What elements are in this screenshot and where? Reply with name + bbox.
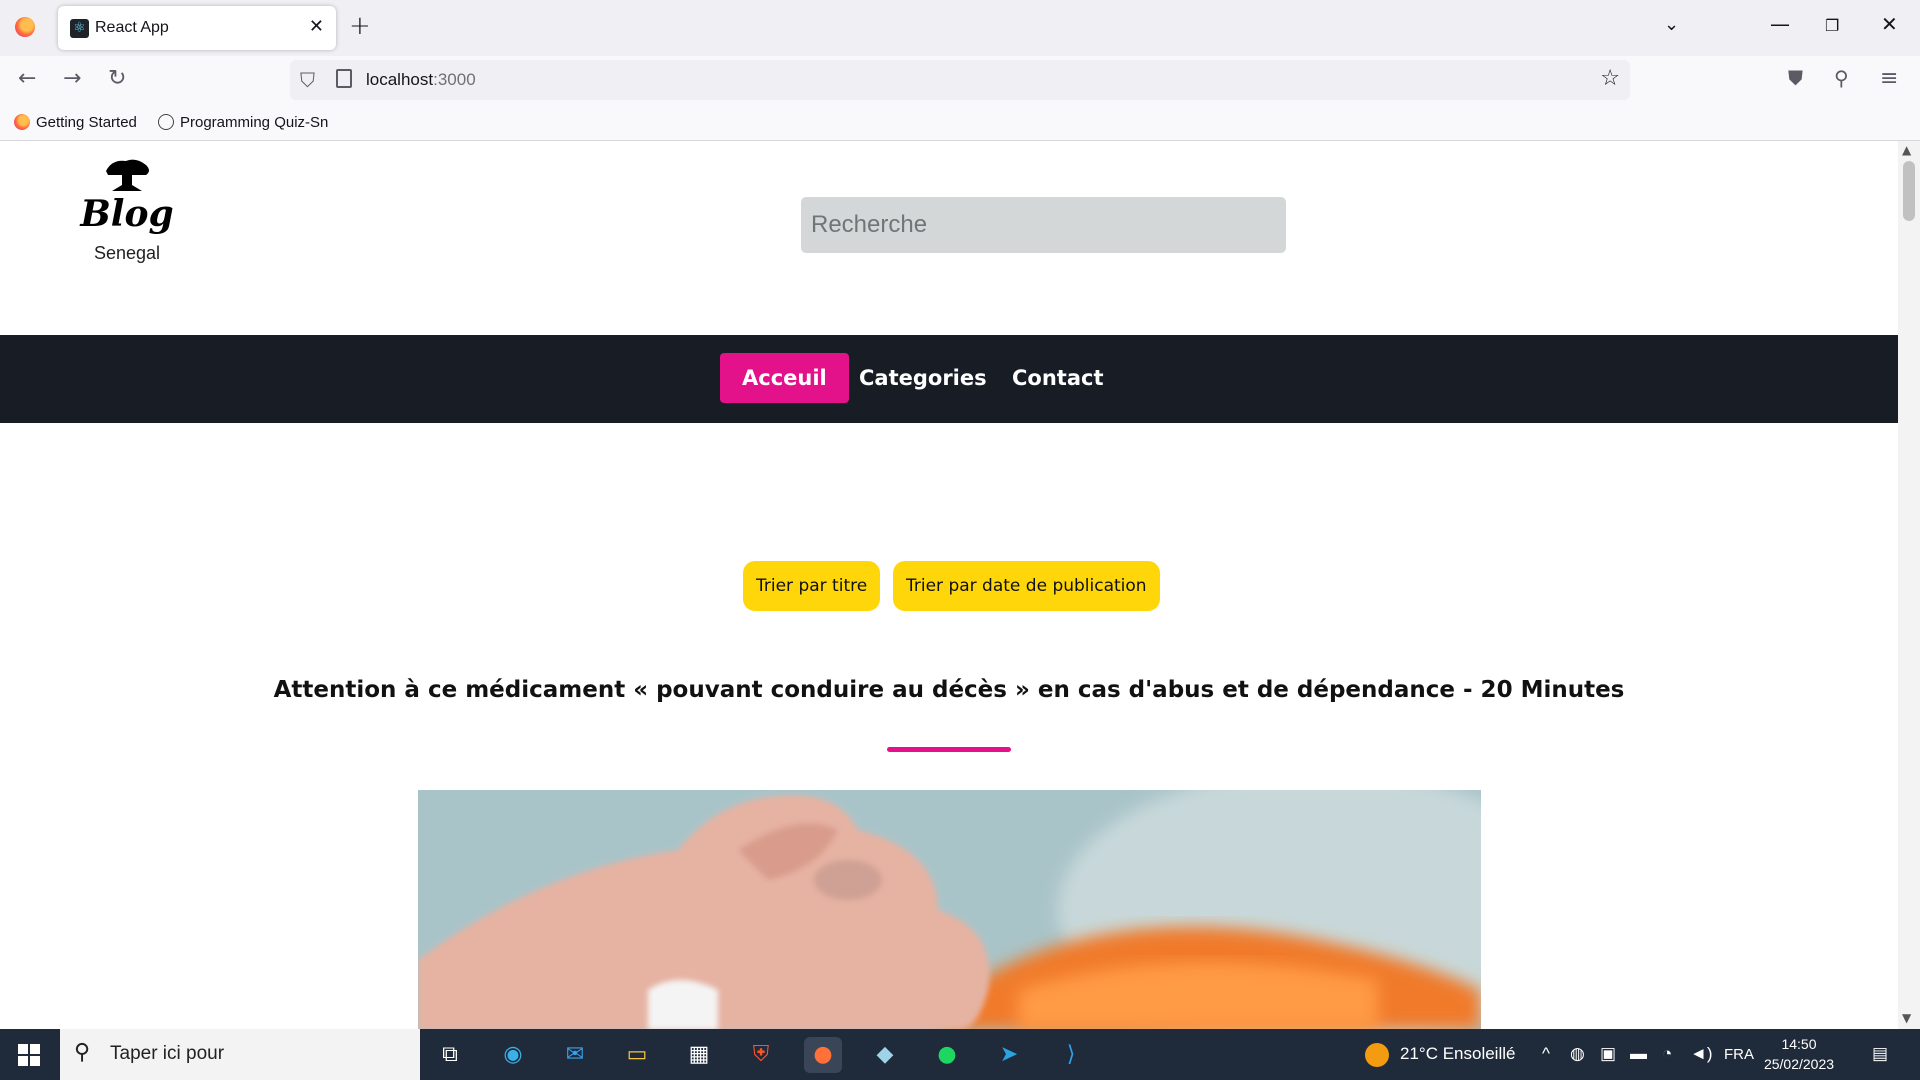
extensions-icon[interactable]: ⚲ [1834,66,1849,90]
globe-icon [158,114,174,130]
bookmark-getting-started[interactable]: Getting Started [14,114,137,131]
tray-chevron-icon[interactable]: ^ [1542,1044,1550,1064]
article-title[interactable]: Attention à ce médicament « pouvant cond… [0,677,1898,703]
edge-icon[interactable]: ◉ [494,1037,532,1073]
task-view-icon[interactable]: ⧉ [431,1037,469,1073]
language-indicator[interactable]: FRA [1724,1046,1754,1063]
logo-subtitle: Senegal [93,243,161,263]
wifi-icon[interactable]: ◔ [1662,1044,1672,1064]
navigation-toolbar: ← → ↻ ⛉ localhost:3000 ☆ ⛊ ⚲ ≡ [0,56,1920,106]
network-icon[interactable]: ▣ [1600,1044,1616,1064]
forward-arrow-icon[interactable]: → [63,66,81,91]
url-bar[interactable]: ⛉ localhost:3000 ☆ [290,60,1630,100]
minimize-icon[interactable]: — [1770,12,1790,36]
tab-title: React App [95,19,169,36]
sort-by-title-button[interactable]: Trier par titre [743,561,881,611]
mail-icon[interactable]: ✉ [556,1037,594,1073]
clock[interactable]: 14:50 25/02/2023 [1754,1034,1844,1074]
firefox-taskbar-icon[interactable]: ● [804,1037,842,1073]
nav-contact[interactable]: Contact [990,353,1126,403]
nav-acceuil[interactable]: Acceuil [720,353,849,403]
page-viewport: Blog Senegal Acceuil Categories Contact … [0,141,1898,1029]
tray-app-icon[interactable]: ◍ [1570,1044,1585,1064]
bookmark-star-icon[interactable]: ☆ [1600,66,1620,91]
scroll-down-icon[interactable]: ▼ [1902,1011,1911,1025]
search-icon: ⚲ [74,1040,91,1065]
menu-icon[interactable]: ≡ [1880,66,1898,91]
brave-icon[interactable]: ⛨ [742,1037,780,1073]
close-icon[interactable]: ✕ [309,16,324,37]
react-icon: ⚛ [70,19,89,38]
firefox-icon [14,114,30,130]
nav-categories[interactable]: Categories [837,353,1009,403]
taskbar-search-text: Taper ici pour [110,1043,225,1064]
file-explorer-icon[interactable]: ▭ [618,1037,656,1073]
restore-icon[interactable]: ❐ [1825,16,1839,35]
taskbar-search[interactable]: ⚲ Taper ici pour [60,1029,420,1080]
vscode-icon[interactable]: ⟩ [1052,1037,1090,1073]
site-logo[interactable]: Blog Senegal [62,155,192,275]
pill-hand-photo [418,790,1481,1029]
app-icon[interactable]: ◆ [866,1037,904,1073]
spotify-icon[interactable]: ● [928,1037,966,1073]
weather-text[interactable]: 21°C Ensoleillé [1400,1044,1515,1064]
new-tab-button[interactable]: + [349,11,371,41]
bookmark-programming-quiz[interactable]: Programming Quiz-Sn [158,114,328,131]
pocket-icon[interactable]: ⛊ [1788,66,1803,90]
title-underline [887,747,1011,752]
back-arrow-icon[interactable]: ← [18,66,36,91]
main-navigation: Acceuil Categories Contact [0,335,1898,423]
reload-icon[interactable]: ↻ [108,66,126,91]
tab-bar: ⚛ React App ✕ + ⌄ — ❐ ✕ [0,0,1920,56]
search-input[interactable] [801,197,1286,253]
chevron-down-icon[interactable]: ⌄ [1664,14,1679,35]
notification-icon[interactable]: ▤ [1872,1044,1888,1064]
battery-icon[interactable]: ▬ [1630,1044,1647,1064]
url-text[interactable]: localhost:3000 [366,70,476,90]
tab-react-app[interactable]: ⚛ React App ✕ [58,6,336,50]
sort-by-date-button[interactable]: Trier par date de publication [893,561,1160,611]
page-icon [336,69,352,88]
firefox-icon[interactable] [15,17,35,37]
scroll-up-icon[interactable]: ▲ [1902,143,1911,157]
article-image[interactable] [418,790,1481,1029]
shield-icon[interactable]: ⛉ [300,68,315,92]
volume-icon[interactable]: ◄) [1690,1044,1713,1064]
windows-start-icon[interactable] [18,1044,40,1066]
weather-icon[interactable] [1365,1043,1389,1067]
telegram-icon[interactable]: ➤ [990,1037,1028,1073]
page-scrollbar[interactable]: ▲ ▼ [1898,141,1920,1029]
tree-icon [106,159,149,191]
scroll-thumb[interactable] [1903,161,1915,221]
window-close-icon[interactable]: ✕ [1881,12,1898,36]
windows-taskbar: ⚲ Taper ici pour ⧉ ◉ ✉ ▭ ▦ ⛨ ● ◆ ● ➤ ⟩ 2… [0,1029,1920,1080]
logo-title: Blog [80,193,174,235]
bookmarks-toolbar: Getting Started Programming Quiz-Sn [0,106,1920,141]
store-icon[interactable]: ▦ [680,1037,718,1073]
